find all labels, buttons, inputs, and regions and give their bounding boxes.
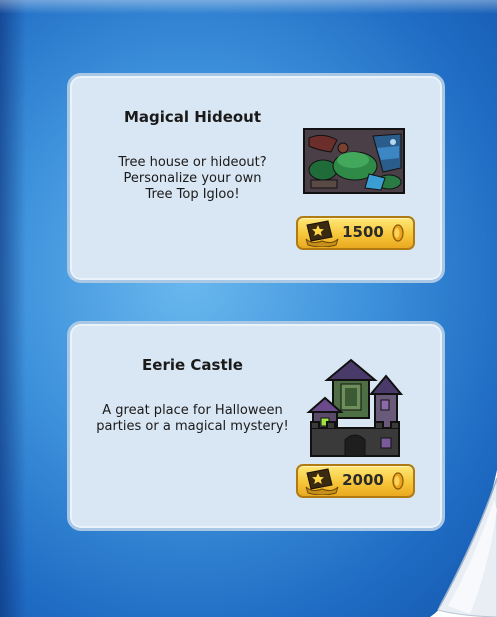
item-title: Magical Hideout [123, 108, 262, 126]
membership-badge-icon [305, 220, 339, 247]
catalog-item-eerie-castle[interactable]: Eerie Castle A great place for Halloween… [67, 321, 445, 531]
description-line: parties or a magical mystery! [96, 419, 289, 434]
description-line: Tree house or hideout? [118, 155, 267, 170]
coin-icon [392, 224, 404, 242]
catalog-item-magical-hideout[interactable]: Magical Hideout Tree house or hideout? P… [67, 73, 445, 283]
price-tag[interactable]: 1500 [296, 216, 415, 250]
book-spine [0, 0, 26, 617]
description-line: A great place for Halloween [102, 403, 283, 418]
treetop-igloo-thumbnail [303, 128, 405, 194]
coin-icon [392, 472, 404, 490]
page-top-edge [0, 0, 497, 14]
description-line: Personalize your own [123, 171, 262, 186]
price-value: 2000 [342, 471, 384, 489]
castle-igloo-thumbnail [306, 358, 404, 457]
catalog-page: Magical Hideout Tree house or hideout? P… [0, 0, 497, 617]
item-description: Tree house or hideout? Personalize your … [90, 155, 295, 203]
membership-badge-icon [305, 468, 339, 495]
price-tag[interactable]: 2000 [296, 464, 415, 498]
description-line: Tree Top Igloo! [145, 187, 240, 202]
price-value: 1500 [342, 223, 384, 241]
item-title: Eerie Castle [142, 356, 243, 374]
page-curl-next[interactable] [430, 470, 497, 617]
item-description: A great place for Halloween parties or a… [90, 403, 295, 435]
